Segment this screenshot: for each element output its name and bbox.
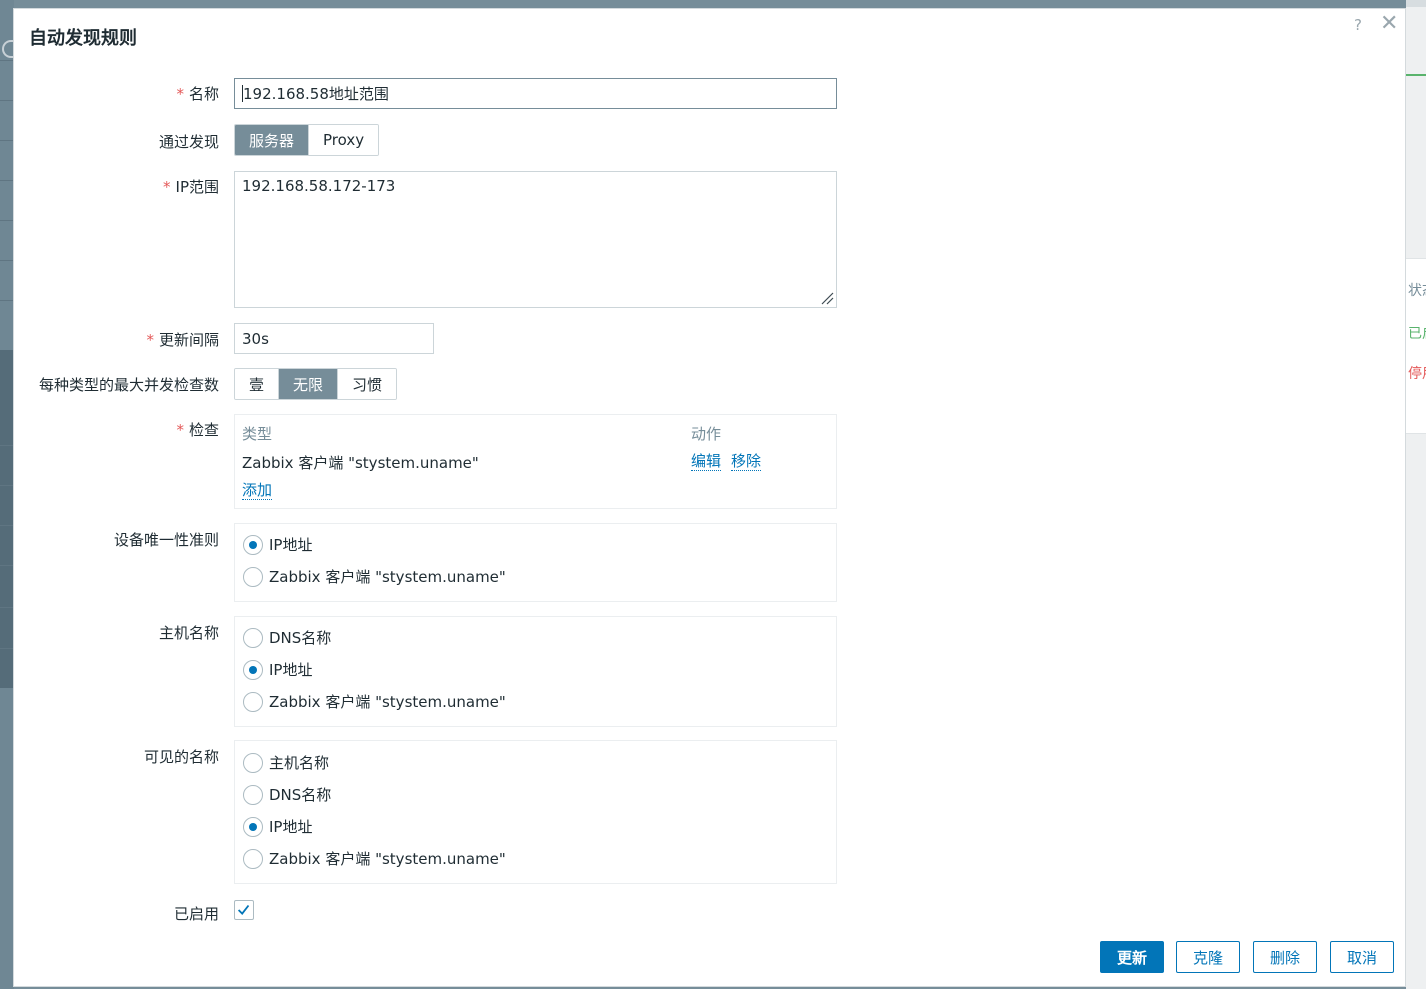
uniqueness-label: 设备唯一性准则 [113,531,219,549]
host-name-option-dns[interactable]: DNS名称 [243,627,331,648]
host-name-option-agent[interactable]: Zabbix 客户端 "stystem.uname" [243,691,506,712]
checks-table: 类型 动作 Zabbix 客户端 "stystem.uname" 编辑 移除 添… [234,414,837,509]
bg-status-enabled: 已启用 [1408,326,1426,342]
enabled-label: 已启用 [173,905,219,923]
check-add-link[interactable]: 添加 [242,481,273,500]
check-row-type: Zabbix 客户端 "stystem.uname" [242,454,479,472]
max-concurrent-custom[interactable]: 习惯 [338,369,397,399]
ip-range-value: 192.168.58.172-173 [242,177,396,195]
check-remove-link[interactable]: 移除 [731,452,762,471]
visible-name-option-hostname[interactable]: 主机名称 [243,752,329,773]
ip-range-textarea[interactable]: 192.168.58.172-173 [234,171,837,308]
name-input[interactable]: 192.168.58地址范围 [234,78,837,109]
bg-status-header: 状态 [1408,283,1426,299]
dialog-title: 自动发现规则 [29,28,137,49]
checks-column-type: 类型 [242,425,273,443]
uniqueness-option-agent[interactable]: Zabbix 客户端 "stystem.uname" [243,566,506,587]
max-concurrent-one[interactable]: 壹 [235,369,280,399]
radio-icon [243,752,263,773]
checkmark-icon [237,904,250,915]
radio-icon [243,784,263,805]
host-name-radio-group: DNS名称 IP地址 Zabbix 客户端 "stystem.uname" [234,616,837,727]
max-concurrent-label: 每种类型的最大并发检查数 [38,376,219,394]
visible-name-option-agent[interactable]: Zabbix 客户端 "stystem.uname" [243,848,506,869]
visible-name-radio-group: 主机名称 DNS名称 IP地址 Zabbix 客户端 "stystem.unam… [234,740,837,884]
visible-name-label: 可见的名称 [143,748,219,766]
radio-icon [243,691,263,712]
visible-name-option-ip[interactable]: IP地址 [243,816,312,837]
max-concurrent-toggle: 壹 无限 习惯 [234,368,398,400]
radio-selected-icon [243,816,263,837]
discovery-by-toggle: 服务器 Proxy [234,124,380,156]
uniqueness-radio-group: IP地址 Zabbix 客户端 "stystem.uname" [234,523,837,602]
update-interval-input[interactable]: 30s [234,323,434,354]
visible-name-option-dns[interactable]: DNS名称 [243,784,331,805]
radio-icon [243,627,263,648]
max-concurrent-unlimited[interactable]: 无限 [279,369,339,399]
discovery-by-server[interactable]: 服务器 [235,125,310,155]
radio-selected-icon [243,659,263,680]
checks-label: * 检查 [176,421,219,439]
update-interval-value: 30s [242,329,269,348]
uniqueness-option-ip[interactable]: IP地址 [243,534,312,555]
host-name-option-ip[interactable]: IP地址 [243,659,312,680]
discovery-by-label: 通过发现 [158,133,219,151]
resize-handle-icon[interactable] [820,291,834,305]
check-edit-link[interactable]: 编辑 [691,452,722,471]
update-interval-label: * 更新间隔 [146,331,219,349]
background-page-right: 状态 已启用 停用 [1406,0,1426,989]
discovery-rule-dialog: 自动发现规则 ? ✕ * 名称 192.168.58地址范围 通过发现 服务器 P… [13,8,1406,987]
discovery-by-proxy[interactable]: Proxy [309,125,379,155]
close-icon[interactable]: ✕ [1380,11,1398,36]
help-icon[interactable]: ? [1354,16,1362,34]
cancel-button[interactable]: 取消 [1330,941,1394,973]
bg-status-disabled: 停用 [1408,366,1426,382]
host-name-label: 主机名称 [158,624,219,642]
checks-column-action: 动作 [691,425,722,443]
clone-button[interactable]: 克隆 [1176,941,1240,973]
name-input-value: 192.168.58地址范围 [243,85,389,103]
ip-range-label: * IP范围 [163,178,219,196]
radio-icon [243,848,263,869]
radio-selected-icon [243,534,263,555]
delete-button[interactable]: 删除 [1253,941,1317,973]
name-label: * 名称 [176,85,219,103]
background-page-left [0,0,14,989]
update-button[interactable]: 更新 [1100,941,1164,973]
radio-icon [243,566,263,587]
enabled-checkbox[interactable] [234,900,254,920]
